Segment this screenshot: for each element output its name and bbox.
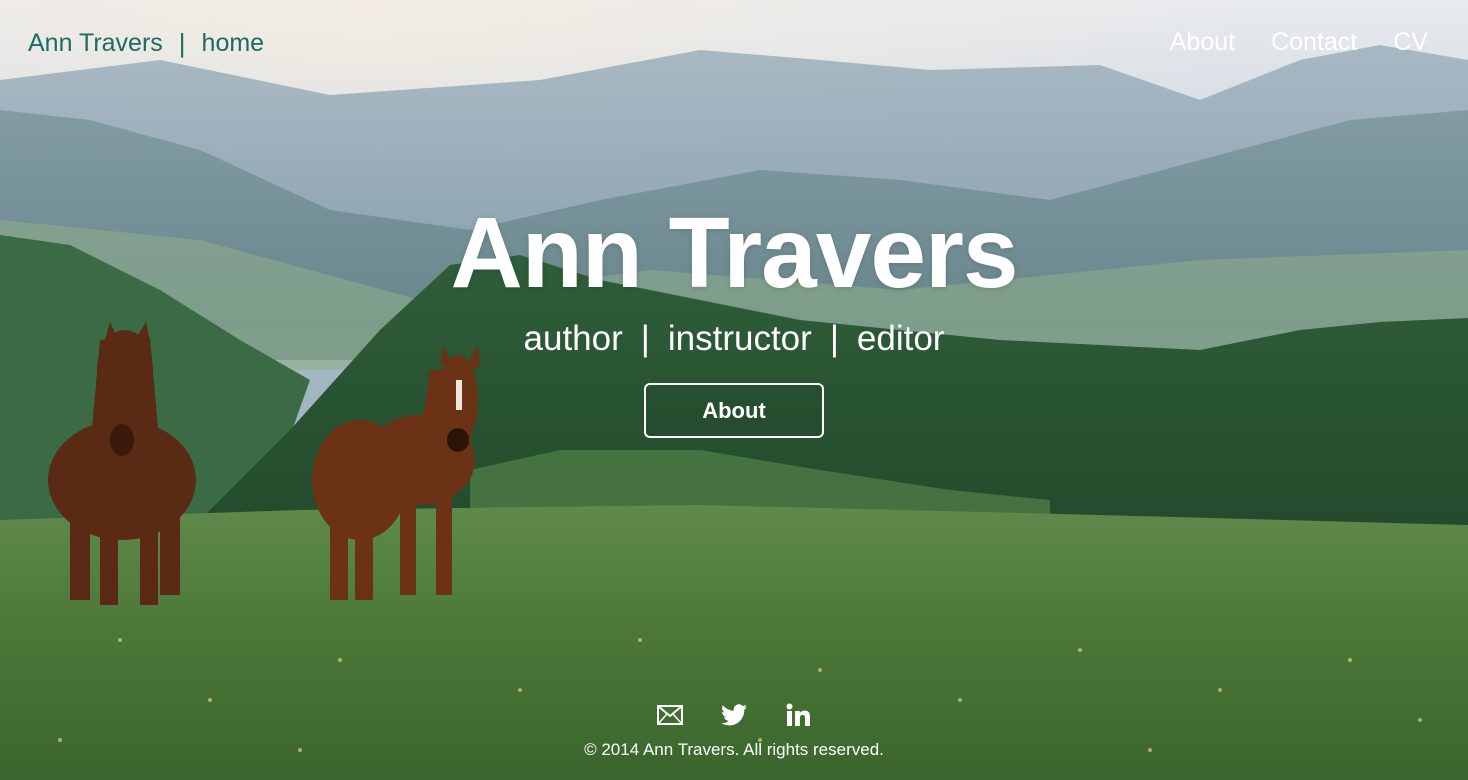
linkedin-icon[interactable] bbox=[784, 701, 812, 729]
hero-title: Ann Travers bbox=[450, 197, 1018, 309]
nav-cv-link[interactable]: CV bbox=[1393, 28, 1428, 57]
envelope-icon[interactable] bbox=[656, 701, 684, 729]
brand-link[interactable]: Ann Travers bbox=[28, 29, 163, 58]
footer: © 2014 Ann Travers. All rights reserved. bbox=[0, 700, 1468, 760]
role-instructor: instructor bbox=[667, 319, 812, 358]
role-separator: | bbox=[829, 319, 839, 358]
brand-nav: Ann Travers | home bbox=[28, 28, 264, 59]
nav-separator: | bbox=[178, 28, 186, 58]
copyright-text: © 2014 Ann Travers. All rights reserved. bbox=[584, 740, 884, 759]
nav-about-link[interactable]: About bbox=[1170, 28, 1235, 57]
social-links bbox=[0, 700, 1468, 730]
role-author: author bbox=[523, 319, 623, 358]
hero-roles: author | instructor | editor bbox=[0, 319, 1468, 359]
role-separator: | bbox=[640, 319, 650, 358]
hero-section: Ann Travers author | instructor | editor… bbox=[0, 196, 1468, 438]
twitter-icon[interactable] bbox=[720, 701, 748, 729]
home-link[interactable]: home bbox=[202, 29, 265, 58]
role-editor: editor bbox=[856, 319, 945, 358]
main-nav: About Contact CV bbox=[1170, 28, 1428, 57]
nav-contact-link[interactable]: Contact bbox=[1271, 28, 1357, 57]
about-button[interactable]: About bbox=[644, 383, 824, 438]
